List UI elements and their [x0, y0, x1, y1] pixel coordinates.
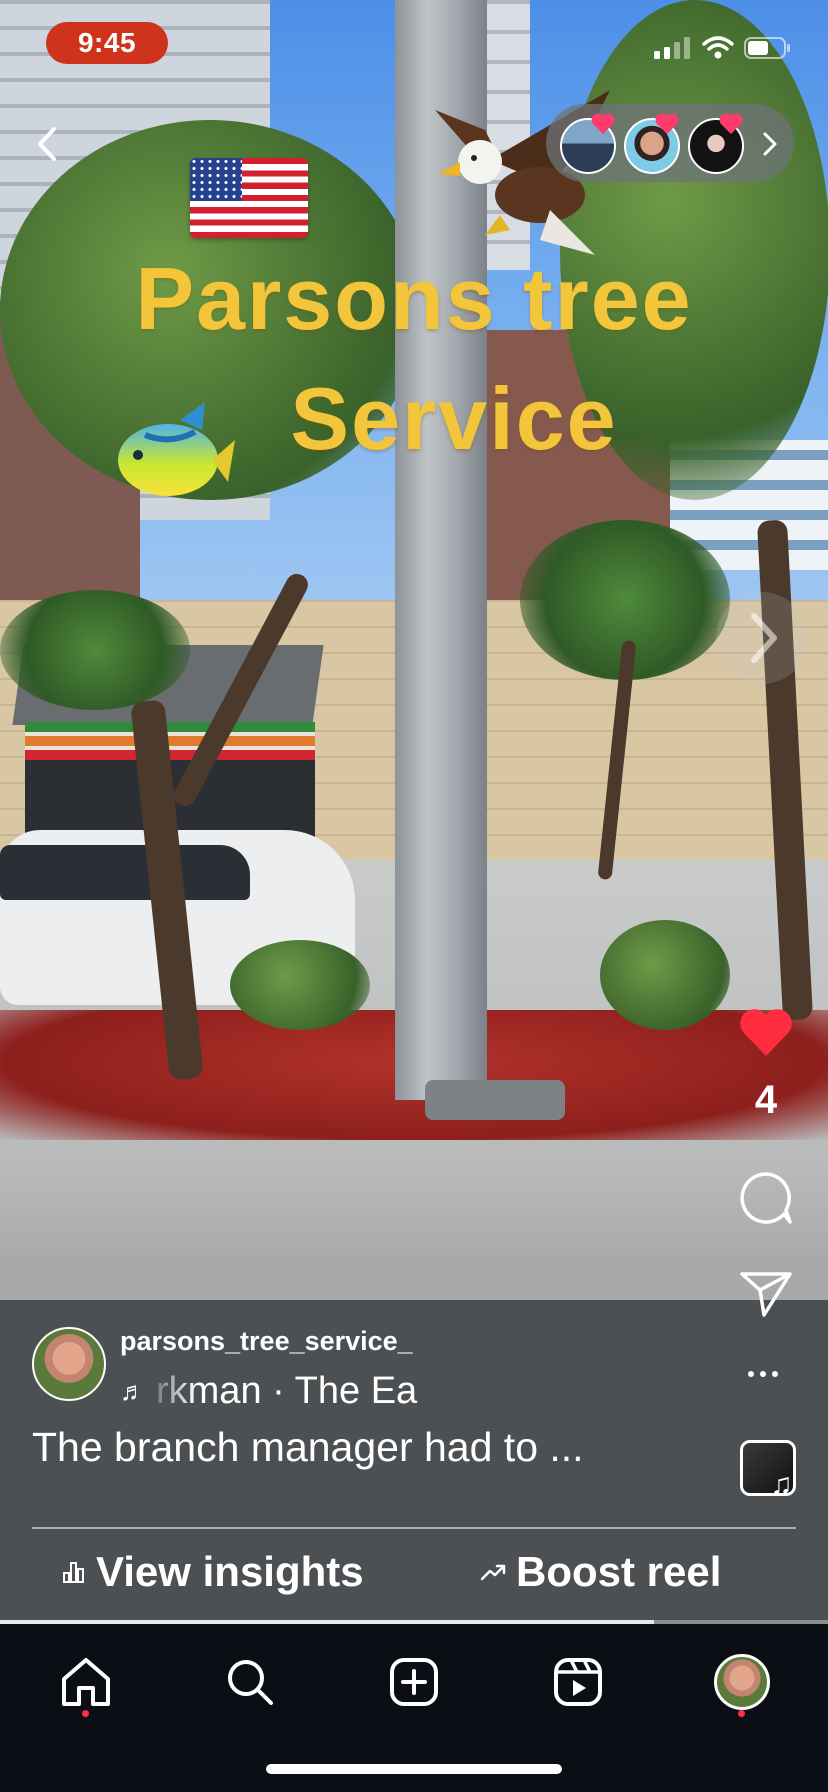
music-note-icon: ♫ [770, 1468, 793, 1501]
heart-filled-icon [740, 1009, 792, 1056]
reels-icon [554, 1658, 602, 1706]
signal-icon [654, 37, 690, 59]
divider [32, 1527, 796, 1529]
nav-search[interactable] [210, 1642, 290, 1722]
dot [760, 1371, 766, 1377]
shrub [230, 940, 370, 1030]
like-count: 4 [754, 1078, 778, 1122]
chevron-left-icon [38, 127, 56, 161]
reel-caption[interactable]: The branch manager had to ... [32, 1424, 584, 1471]
car-window [0, 845, 250, 900]
flag-canton [190, 158, 242, 201]
heart-icon [655, 113, 679, 134]
reel-title-line-1: Parsons tree [135, 249, 693, 348]
next-reel-button[interactable] [716, 592, 808, 684]
chevron-right-icon [763, 132, 777, 156]
heart-icon [591, 113, 615, 134]
profile-notification-dot [738, 1710, 745, 1717]
reel-title-line-2: Service [290, 369, 618, 468]
heart-icon [719, 113, 743, 134]
view-insights-button[interactable]: View insights [62, 1548, 364, 1596]
wifi-icon [702, 36, 734, 59]
status-icons [654, 36, 792, 60]
share-button[interactable] [733, 1270, 799, 1318]
home-indicator [266, 1764, 562, 1774]
view-insights-label: View insights [96, 1548, 364, 1595]
palm-tree [0, 590, 190, 710]
boost-reel-button[interactable]: Boost reel [480, 1548, 721, 1596]
home-notification-dot [82, 1710, 89, 1717]
chevron-right-icon [751, 613, 777, 663]
search-icon [228, 1660, 273, 1705]
author-avatar[interactable] [32, 1327, 106, 1401]
utility-pole-base [425, 1080, 565, 1120]
store-stripes [25, 722, 315, 760]
back-button[interactable] [30, 124, 64, 164]
comment-button[interactable] [733, 1170, 799, 1226]
nav-create[interactable] [374, 1642, 454, 1722]
more-options-button[interactable] [748, 1364, 788, 1384]
create-icon [390, 1658, 438, 1706]
send-icon [740, 1272, 792, 1317]
viewers-pill[interactable] [546, 104, 794, 182]
status-time: 9:45 [46, 22, 168, 64]
trend-up-icon [480, 1564, 506, 1581]
profile-avatar [714, 1654, 770, 1710]
nav-reels[interactable] [538, 1642, 618, 1722]
like-button[interactable] [733, 1008, 799, 1058]
comment-icon [740, 1172, 792, 1224]
boost-reel-label: Boost reel [516, 1548, 722, 1595]
shrub [600, 920, 730, 1030]
dot [748, 1371, 754, 1377]
battery-icon [744, 37, 790, 59]
dot [772, 1371, 778, 1377]
music-note-icon: ♬ [120, 1376, 146, 1406]
home-icon [62, 1658, 110, 1706]
audio-title: rkman · The Ea [156, 1370, 418, 1412]
us-flag-sticker [190, 158, 308, 238]
author-username[interactable]: parsons_tree_service_ [120, 1326, 413, 1357]
curb [0, 1270, 828, 1300]
insights-bar-icon [63, 1562, 84, 1583]
audio-link[interactable]: ♬ rkman · The Ea [120, 1370, 476, 1413]
